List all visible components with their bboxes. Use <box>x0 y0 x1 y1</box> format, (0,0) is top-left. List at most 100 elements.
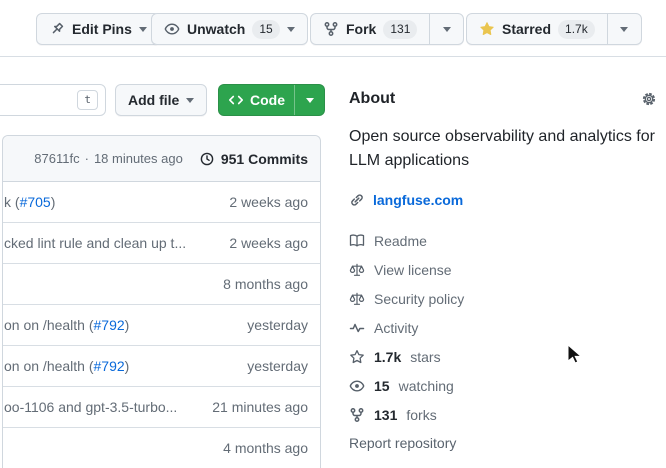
commit-message-text: on on /health ( <box>4 317 94 333</box>
watching-count: 15 <box>374 378 390 394</box>
commit-hash-link[interactable]: 87611fc <box>34 151 79 166</box>
commit-date: 4 months ago <box>223 440 308 456</box>
report-repository-link[interactable]: Report repository <box>349 435 657 451</box>
commit-date: yesterday <box>247 317 308 333</box>
add-file-label: Add file <box>128 92 179 108</box>
issue-link[interactable]: #792 <box>94 317 125 333</box>
eye-icon <box>164 21 180 37</box>
repo-description: Open source observability and analytics … <box>349 125 657 173</box>
caret-down-icon <box>287 27 295 32</box>
license-label: View license <box>374 262 452 278</box>
file-row: 8 months ago <box>3 264 320 305</box>
issue-link[interactable]: #792 <box>94 358 125 374</box>
issue-link[interactable]: #705 <box>20 194 51 210</box>
readme-link[interactable]: Readme <box>349 226 657 255</box>
star-dropdown-button[interactable] <box>607 14 641 44</box>
commit-date: 2 weeks ago <box>229 194 308 210</box>
commits-count-label: 951 Commits <box>221 151 308 167</box>
forks-link[interactable]: 131 forks <box>349 400 657 429</box>
commit-date: 2 weeks ago <box>229 235 308 251</box>
star-filled-icon <box>479 21 495 37</box>
star-button-group: Starred 1.7k <box>466 13 642 45</box>
activity-link[interactable]: Activity <box>349 313 657 342</box>
repo-fork-icon <box>349 407 365 423</box>
commit-message-link[interactable]: on on /health (#792) <box>4 317 235 333</box>
about-title: About <box>349 90 395 108</box>
law-icon <box>349 262 365 278</box>
commit-message-text: ) <box>51 194 56 210</box>
commit-date: 21 minutes ago <box>212 399 308 415</box>
repo-action-toolbar: Edit Pins Unwatch 15 Fork 131 <box>0 0 666 57</box>
commit-message-link[interactable]: oo-1106 and gpt-3.5-turbo... <box>4 399 200 415</box>
code-dropdown-button[interactable] <box>294 85 324 115</box>
caret-down-icon <box>443 27 451 32</box>
go-to-file-input[interactable]: t <box>0 84 106 116</box>
commit-message-text: k ( <box>4 194 20 210</box>
latest-commit-bar: 87611fc · 18 minutes ago 951 Commits <box>3 136 320 182</box>
file-row: on on /health (#792) yesterday <box>3 305 320 346</box>
caret-down-icon <box>186 98 194 103</box>
file-row: 4 months ago <box>3 428 320 468</box>
activity-label: Activity <box>374 320 418 336</box>
history-icon <box>199 151 215 167</box>
readme-label: Readme <box>374 233 427 249</box>
latest-commit-meta: 87611fc · 18 minutes ago <box>34 151 183 166</box>
commit-message-link[interactable]: on on /health (#792) <box>4 358 235 374</box>
fork-button[interactable]: Fork 131 <box>311 14 429 44</box>
fork-count-badge: 131 <box>383 20 417 39</box>
commit-message-text: ) <box>125 317 130 333</box>
watching-link[interactable]: 15 watching <box>349 371 657 400</box>
file-row: oo-1106 and gpt-3.5-turbo... 21 minutes … <box>3 387 320 428</box>
caret-down-icon <box>306 98 314 103</box>
code-label: Code <box>250 92 285 108</box>
security-policy-label: Security policy <box>374 291 464 307</box>
commit-message-text: cked lint rule and clean up t... <box>4 235 186 251</box>
license-link[interactable]: View license <box>349 255 657 284</box>
github-repo-page: Edit Pins Unwatch 15 Fork 131 <box>0 0 666 468</box>
file-row: on on /health (#792) yesterday <box>3 346 320 387</box>
commit-date: yesterday <box>247 358 308 374</box>
star-count-badge: 1.7k <box>558 20 595 39</box>
link-icon <box>349 192 365 208</box>
book-icon <box>349 233 365 249</box>
unwatch-button[interactable]: Unwatch 15 <box>151 13 308 45</box>
website-row: langfuse.com <box>349 190 657 210</box>
stars-link[interactable]: 1.7k stars <box>349 342 657 371</box>
commit-meta-separator: · <box>85 151 89 166</box>
caret-down-icon <box>139 27 147 32</box>
add-file-button[interactable]: Add file <box>115 84 207 116</box>
commit-message-link[interactable]: cked lint rule and clean up t... <box>4 235 217 251</box>
caret-down-icon <box>620 27 628 32</box>
about-panel: About Open source observability and anal… <box>349 88 657 451</box>
star-outline-icon <box>349 349 365 365</box>
about-links-list: Readme View license Security policy Acti… <box>349 226 657 451</box>
watching-label: watching <box>399 378 454 394</box>
fork-dropdown-button[interactable] <box>429 14 463 44</box>
commit-history-link[interactable]: 951 Commits <box>199 151 308 167</box>
repo-fork-icon <box>323 21 339 37</box>
commit-message-link[interactable]: k (#705) <box>4 194 217 210</box>
code-button[interactable]: Code <box>219 85 294 115</box>
edit-pins-button[interactable]: Edit Pins <box>36 13 160 45</box>
eye-icon <box>349 378 365 394</box>
forks-label: forks <box>406 407 436 423</box>
fork-label: Fork <box>346 21 376 37</box>
commit-message-text: ) <box>125 358 130 374</box>
fork-button-group: Fork 131 <box>310 13 464 45</box>
gear-icon[interactable] <box>641 91 657 107</box>
forks-count: 131 <box>374 407 397 423</box>
file-row: cked lint rule and clean up t... 2 weeks… <box>3 223 320 264</box>
security-policy-link[interactable]: Security policy <box>349 284 657 313</box>
website-link[interactable]: langfuse.com <box>373 192 463 208</box>
code-icon <box>228 92 244 108</box>
code-button-group: Code <box>218 84 325 116</box>
starred-button[interactable]: Starred 1.7k <box>467 14 607 44</box>
law-icon <box>349 291 365 307</box>
commit-date: 8 months ago <box>223 276 308 292</box>
commit-message-text: oo-1106 and gpt-3.5-turbo... <box>4 399 177 415</box>
commit-time: 18 minutes ago <box>94 151 183 166</box>
edit-pins-label: Edit Pins <box>72 21 132 37</box>
stars-label: stars <box>410 349 440 365</box>
unwatch-label: Unwatch <box>187 21 245 37</box>
watch-count-badge: 15 <box>252 20 279 39</box>
